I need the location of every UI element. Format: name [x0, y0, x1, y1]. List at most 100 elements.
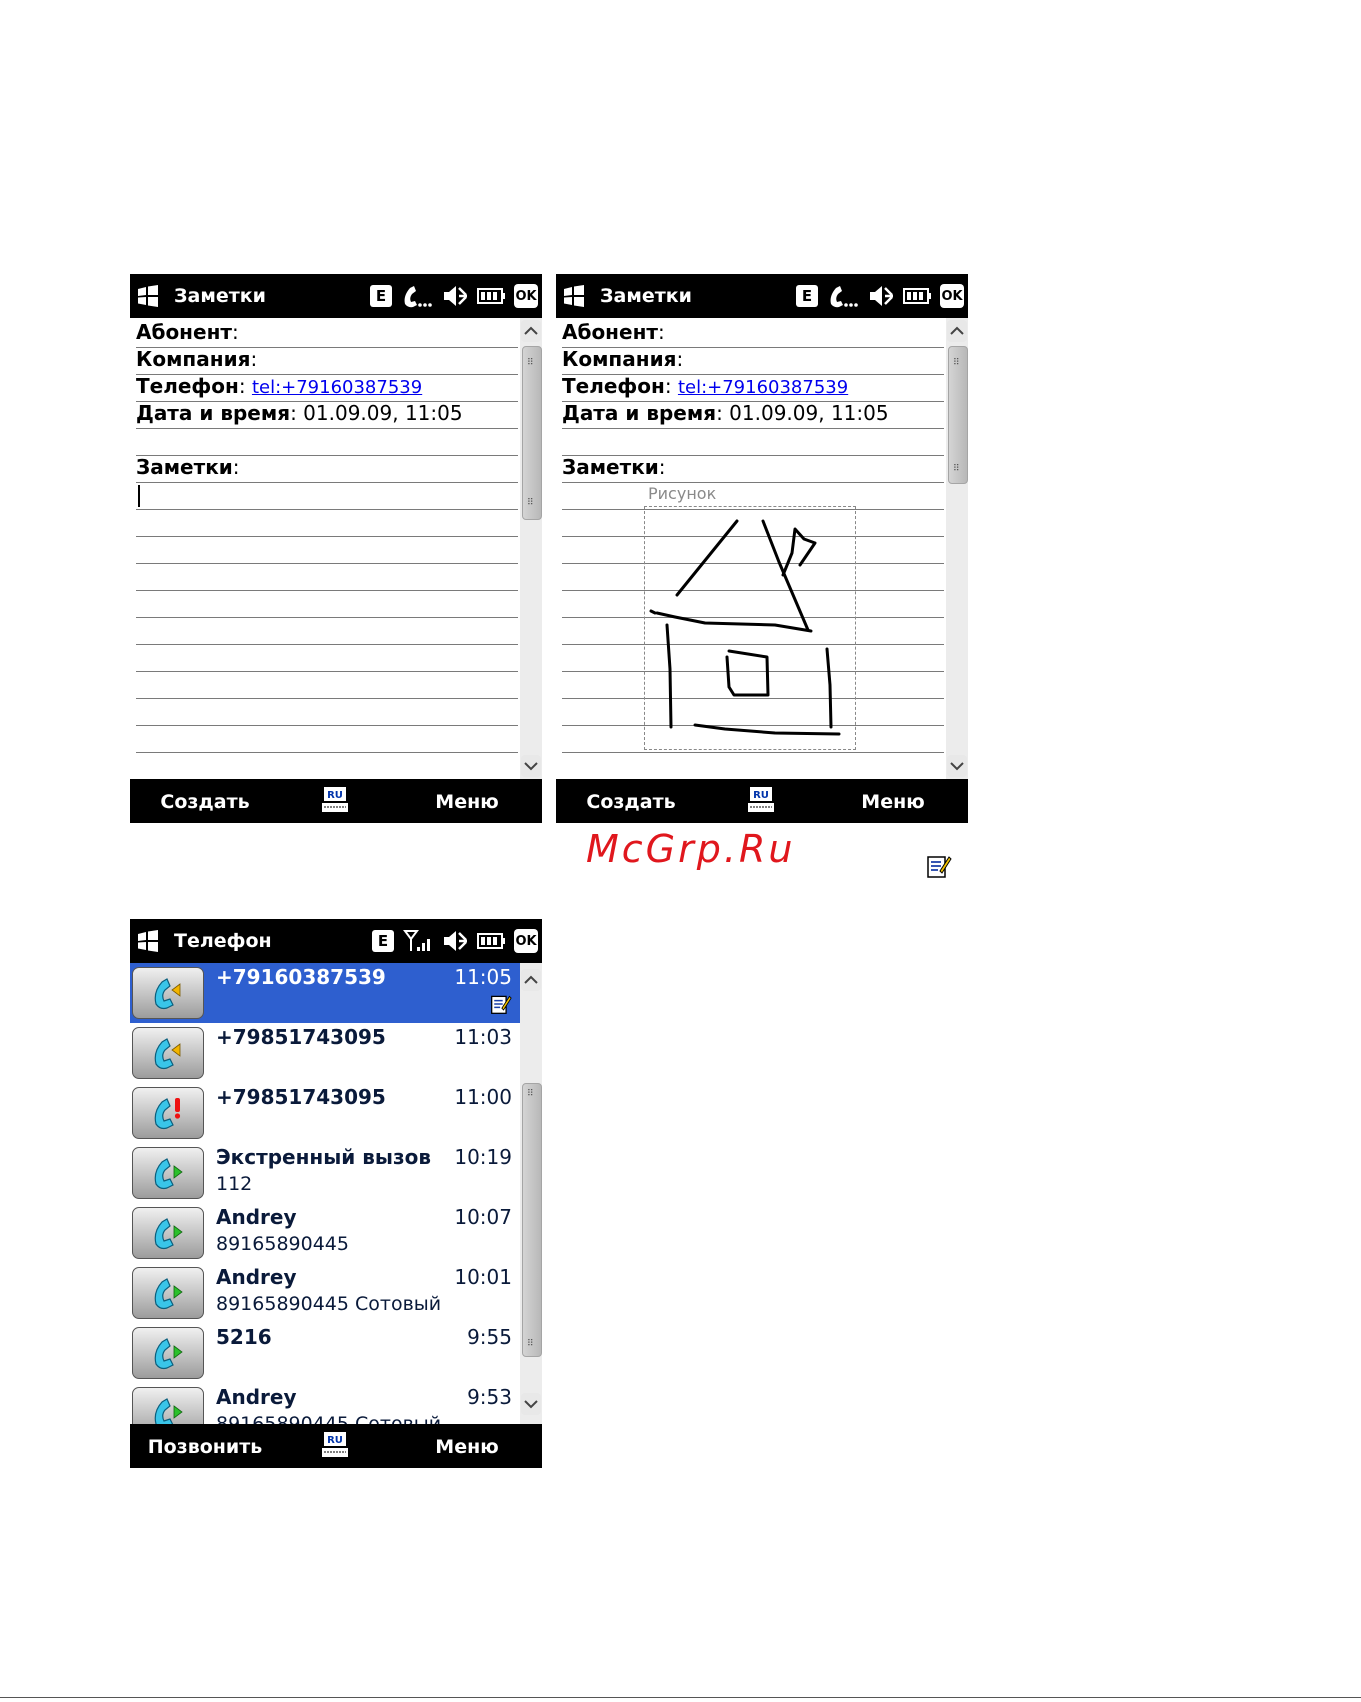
scroll-down-icon[interactable]: [521, 1393, 541, 1415]
call-active-icon[interactable]: [827, 284, 859, 308]
edge-network-icon[interactable]: E: [796, 285, 818, 307]
speaker-muted-icon[interactable]: [868, 284, 894, 308]
call-time: 10:01: [454, 1265, 512, 1289]
call-log-row[interactable]: Andrey 89165890445 Сотовый 9:53: [130, 1383, 520, 1424]
speaker-muted-icon[interactable]: [442, 284, 468, 308]
outgoing-call-icon: [154, 1218, 183, 1250]
call-log-row[interactable]: +79851743095 11:03: [130, 1023, 520, 1084]
notes-label: Заметки: [136, 455, 233, 479]
caller-number: 112: [216, 1173, 253, 1195]
outgoing-call-icon: [154, 1278, 183, 1310]
scroll-up-icon[interactable]: [947, 320, 967, 342]
notes-text-area[interactable]: [136, 482, 518, 510]
call-softkey[interactable]: Позвонить: [130, 1436, 280, 1458]
call-log-row[interactable]: 5216 9:55: [130, 1323, 520, 1384]
call-back-button[interactable]: [132, 1027, 204, 1079]
subscriber-row: Абонент:: [136, 320, 518, 348]
company-label: Компания: [562, 347, 677, 371]
ruled-line[interactable]: [136, 563, 518, 591]
call-log-row[interactable]: Экстренный вызов 112 10:19: [130, 1143, 520, 1204]
vertical-scrollbar[interactable]: ⠿ ⠿: [520, 963, 542, 1424]
datetime-label: Дата и время: [136, 401, 291, 425]
scroll-down-icon[interactable]: [521, 755, 541, 777]
drawing-frame[interactable]: [644, 506, 856, 750]
call-back-button[interactable]: [132, 1387, 204, 1424]
windows-start-icon[interactable]: [136, 929, 160, 953]
notes-screen-empty: Заметки E OK Абонент: Компания: Телефон:…: [130, 274, 542, 823]
missed-call-icon: [154, 1098, 181, 1130]
company-row: Компания:: [136, 347, 518, 375]
menu-softkey[interactable]: Меню: [392, 1436, 542, 1458]
blank-line: [562, 428, 944, 456]
call-log-row[interactable]: +79851743095 11:00: [130, 1083, 520, 1144]
note-attached-icon[interactable]: [490, 993, 512, 1019]
scroll-thumb[interactable]: ⠿ ⠿: [948, 346, 968, 484]
grip-icon: ⠿: [527, 498, 534, 508]
create-softkey[interactable]: Создать: [130, 791, 280, 813]
page-footer-line: [0, 1697, 1361, 1698]
notes-screen-drawing: Заметки E OK Абонент: Компания: Телефон:…: [556, 274, 968, 823]
signal-strength-icon[interactable]: [403, 929, 433, 953]
keyboard-ru-icon[interactable]: RU: [322, 1431, 348, 1459]
caller-number: 89165890445: [216, 1233, 349, 1255]
scroll-thumb[interactable]: ⠿ ⠿: [522, 1083, 542, 1357]
battery-icon[interactable]: [477, 932, 505, 950]
call-time: 11:03: [454, 1025, 512, 1049]
ruled-line[interactable]: [136, 644, 518, 672]
ruled-line[interactable]: [136, 590, 518, 618]
call-time: 10:19: [454, 1145, 512, 1169]
caller-name: Andrey: [216, 1265, 297, 1289]
subscriber-label: Абонент: [562, 320, 658, 344]
call-back-button[interactable]: [132, 1087, 204, 1139]
phone-call-log-screen: Телефон E OK +79160387539 11:05 +798517430…: [130, 919, 542, 1468]
phone-link[interactable]: tel:+79160387539: [678, 377, 848, 398]
phone-link[interactable]: tel:+79160387539: [252, 377, 422, 398]
ruled-line[interactable]: [136, 725, 518, 753]
svg-text:RU: RU: [327, 790, 343, 801]
caller-number: 89165890445 Сотовый: [216, 1413, 442, 1424]
ruled-line[interactable]: [136, 752, 518, 779]
windows-start-icon[interactable]: [562, 284, 586, 308]
call-log-row[interactable]: Andrey 89165890445 10:07: [130, 1203, 520, 1264]
text-cursor: [138, 484, 140, 507]
blank-line: [136, 428, 518, 456]
ruled-line[interactable]: [136, 617, 518, 645]
keyboard-ru-icon[interactable]: RU: [322, 786, 348, 814]
ruled-line[interactable]: [136, 509, 518, 537]
scroll-thumb[interactable]: ⠿ ⠿: [522, 346, 542, 520]
call-back-button[interactable]: [132, 1267, 204, 1319]
battery-icon[interactable]: [903, 287, 931, 305]
call-log-row[interactable]: +79160387539 11:05: [130, 963, 520, 1024]
ok-button[interactable]: OK: [514, 284, 538, 308]
edge-network-icon[interactable]: E: [372, 930, 394, 952]
scroll-up-icon[interactable]: [521, 969, 541, 991]
windows-start-icon[interactable]: [136, 284, 160, 308]
call-back-button[interactable]: [132, 967, 204, 1019]
call-log-row[interactable]: Andrey 89165890445 Сотовый 10:01: [130, 1263, 520, 1324]
scroll-up-icon[interactable]: [521, 320, 541, 342]
caller-number: 89165890445 Сотовый: [216, 1293, 442, 1315]
call-back-button[interactable]: [132, 1327, 204, 1379]
speaker-muted-icon[interactable]: [442, 929, 468, 953]
call-back-button[interactable]: [132, 1207, 204, 1259]
ruled-line[interactable]: [136, 698, 518, 726]
ruled-line[interactable]: [136, 671, 518, 699]
battery-icon[interactable]: [477, 287, 505, 305]
create-softkey[interactable]: Создать: [556, 791, 706, 813]
menu-softkey[interactable]: Меню: [392, 791, 542, 813]
vertical-scrollbar[interactable]: ⠿ ⠿: [946, 318, 968, 779]
edge-network-icon[interactable]: E: [370, 285, 392, 307]
caller-name: 5216: [216, 1325, 272, 1349]
ok-button[interactable]: OK: [940, 284, 964, 308]
call-active-icon[interactable]: [401, 284, 433, 308]
notes-form: Абонент: Компания: Телефон: tel:+7916038…: [556, 318, 968, 779]
ok-button[interactable]: OK: [514, 929, 538, 953]
ruled-line[interactable]: [562, 752, 944, 779]
menu-softkey[interactable]: Меню: [818, 791, 968, 813]
call-time: 9:55: [467, 1325, 512, 1349]
keyboard-ru-icon[interactable]: RU: [748, 786, 774, 814]
ruled-line[interactable]: [136, 536, 518, 564]
vertical-scrollbar[interactable]: ⠿ ⠿: [520, 318, 542, 779]
call-back-button[interactable]: [132, 1147, 204, 1199]
scroll-down-icon[interactable]: [947, 755, 967, 777]
